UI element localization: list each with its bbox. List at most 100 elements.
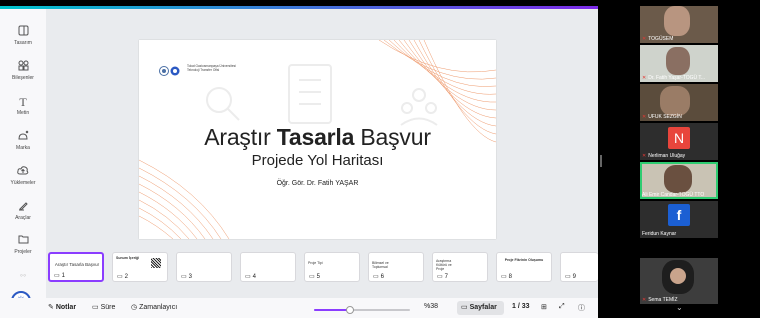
zoom-slider-fill — [314, 309, 351, 311]
sidebar-item-apps[interactable]: ◦◦ — [0, 268, 46, 282]
clock-icon: ◷ — [131, 304, 138, 311]
page-thumbnail[interactable]: Araştır Tasarla Başvur ▭ 1 — [48, 252, 104, 282]
qr-code — [151, 258, 161, 268]
participant-tile[interactable]: ✕ Dr. Fatih Yaşar-TOGÜ T... — [640, 45, 718, 82]
muted-mic-icon: ✕ — [642, 153, 647, 159]
zoom-level[interactable]: %38 — [424, 303, 438, 310]
muted-mic-icon: ✕ — [642, 114, 647, 120]
participant-tile-speaking[interactable]: Ali Emir Candar-TOGÜ TTO — [640, 162, 718, 199]
participant-tile[interactable]: N ✕ Nerliman Uluğay — [640, 123, 718, 160]
thumbnail-number: ▭ 8 — [501, 274, 513, 280]
slide-canvas[interactable]: Tokat Gaziosmanpaşa Üniversitesi Teknolo… — [139, 40, 496, 239]
sidebar-item-uploads[interactable]: Yüklemeler — [0, 165, 46, 186]
comment-icon: ▭ — [54, 273, 60, 279]
participant-tile[interactable]: ✕ UFUK SEZGİN — [640, 84, 718, 121]
duration-button[interactable]: ▭ Süre — [92, 303, 115, 311]
muted-mic-icon: ✕ — [642, 297, 647, 303]
participant-name: ✕ Dr. Fatih Yaşar-TOGÜ T... — [642, 75, 706, 81]
brand-icon — [0, 130, 46, 144]
thumbnail-number: ▭ 9 — [565, 274, 577, 280]
thumbnail-number: ▭ 7 — [437, 274, 449, 280]
sidebar-item-text[interactable]: T Metin — [0, 95, 46, 116]
page-thumbnail[interactable]: Proje Tipi ▭ 5 — [304, 252, 360, 282]
thumbnail-number: ▭ 2 — [117, 274, 129, 280]
page-thumbnails: Araştır Tasarla Başvur ▭ 1 Sunum İçeriği … — [46, 252, 598, 292]
page-thumbnail[interactable]: Proje Fikrinin Oluşumu ▭ 8 — [496, 252, 552, 282]
grid-view-icon[interactable]: ⊞ — [541, 303, 547, 311]
sidebar-item-label: Projeler — [14, 249, 32, 255]
sidebar-item-projects[interactable]: Projeler — [0, 234, 46, 255]
zoom-slider[interactable] — [314, 306, 410, 314]
sidebar-item-elements[interactable]: Bileşenler — [0, 60, 46, 81]
muted-mic-icon: ✕ — [642, 36, 647, 42]
participant-tile[interactable]: f Feridun Kaynar — [640, 201, 718, 238]
comment-icon: ▭ — [117, 274, 123, 280]
participant-video — [660, 86, 690, 116]
sidebar-item-tools[interactable]: Araçlar — [0, 200, 46, 221]
comment-icon: ▭ — [373, 274, 379, 280]
thumbnail-number: ▭ 1 — [54, 273, 66, 279]
participant-name: Feridun Kaynar — [642, 231, 677, 237]
participant-face — [670, 268, 686, 284]
title-word-1: Araştır — [204, 124, 277, 150]
thumbnail-number: ▭ 5 — [309, 274, 321, 280]
notes-icon: ✎ — [48, 304, 54, 311]
page-thumbnail[interactable]: Bilimsel ve Toplumsal ▭ 6 — [368, 252, 424, 282]
participant-name: ✕ Nerliman Uluğay — [642, 153, 686, 159]
sidebar-item-brand[interactable]: Marka — [0, 130, 46, 151]
participant-name: ✕ TOGÜSEM — [642, 36, 674, 42]
help-icon[interactable]: ⓘ — [578, 303, 585, 313]
thumbnail-title: Proje Fikrinin Oluşumu — [504, 258, 544, 262]
timer-button[interactable]: ◷ Zamanlayıcı — [131, 303, 177, 311]
apps-icon: ◦◦ — [19, 270, 27, 280]
participant-tiles: ✕ TOGÜSEM ✕ Dr. Fatih Yaşar-TOGÜ T... ✕ UFU… — [640, 6, 718, 318]
participant-avatar: f — [668, 204, 690, 226]
sidebar-item-design[interactable]: Tasarım — [0, 25, 46, 46]
pages-button[interactable]: ▭ Sayfalar — [461, 303, 497, 311]
thumbnail-title — [180, 256, 228, 270]
participant-tile[interactable]: ✕ TOGÜSEM — [640, 6, 718, 43]
university-logos — [159, 63, 185, 81]
title-word-2: Tasarla — [276, 124, 355, 150]
page-thumbnail[interactable]: Araştırma Kültürü ve Proje ▭ 7 — [432, 252, 488, 282]
zoom-slider-knob[interactable] — [346, 306, 355, 314]
page-thumbnail[interactable]: ▭ 9 — [560, 252, 598, 282]
notes-button[interactable]: ✎ Notlar — [48, 303, 76, 311]
participant-video — [666, 47, 690, 75]
logo-text: Tokat Gaziosmanpaşa Üniversitesi Teknolo… — [187, 64, 236, 72]
chevron-down-icon[interactable]: ⌄ — [676, 303, 683, 312]
comment-icon: ▭ — [565, 274, 571, 280]
participant-video — [664, 6, 690, 36]
comment-icon: ▭ — [309, 274, 315, 280]
text-icon: T — [19, 95, 27, 109]
participant-name: ✕ UFUK SEZGİN — [642, 114, 682, 120]
participant-name: Ali Emir Candar-TOGÜ TTO — [642, 192, 705, 198]
sidebar-item-label: Araçlar — [15, 215, 31, 221]
participant-name: ✕ Sema TEMİZ — [642, 297, 678, 303]
slide-title: Araştır Tasarla Başvur — [139, 124, 496, 151]
comment-icon: ▭ — [245, 274, 251, 280]
page-thumbnail[interactable]: ▭ 4 — [240, 252, 296, 282]
thumbnail-title: Araştırma Kültürü ve Proje — [436, 259, 452, 271]
timer-icon: ▭ — [92, 304, 99, 311]
participant-video — [664, 165, 692, 193]
thumbnail-number: ▭ 6 — [373, 274, 385, 280]
page-counter: 1 / 33 — [512, 303, 530, 310]
page-thumbnail[interactable]: ▭ 3 — [176, 252, 232, 282]
participant-tile[interactable]: ✕ Sema TEMİZ — [640, 258, 718, 304]
sidebar-item-label: Yüklemeler — [10, 180, 36, 186]
slide-author: Öğr. Gör. Dr. Fatih YAŞAR — [276, 180, 359, 187]
sidebar-item-label: Tasarım — [14, 40, 32, 46]
page-thumbnail[interactable]: Sunum İçeriği ▭ 2 — [112, 252, 168, 282]
canva-editor: Tasarım Bileşenler T Metin Marka Yükleme… — [0, 6, 598, 318]
fullscreen-icon[interactable]: ⤢ — [559, 303, 565, 311]
draw-icon — [0, 200, 46, 214]
bottom-toolbar: ✎ Notlar ▭ Süre ◷ Zamanlayıcı %38 ▭ Sayf… — [0, 298, 598, 318]
muted-mic-icon: ✕ — [642, 75, 647, 81]
thumbnail-title — [564, 256, 598, 270]
elements-icon — [0, 60, 46, 74]
layout-icon — [0, 25, 46, 39]
left-sidebar: Tasarım Bileşenler T Metin Marka Yükleme… — [0, 9, 46, 318]
panel-resize-handle[interactable] — [600, 155, 602, 167]
folder-icon — [0, 234, 46, 248]
